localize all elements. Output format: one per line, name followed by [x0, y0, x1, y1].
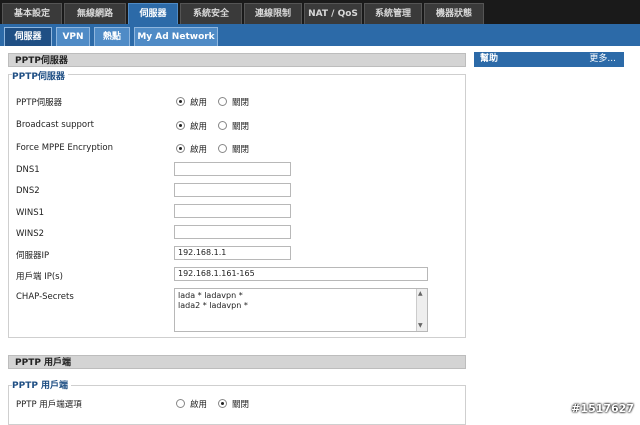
- force-mppe-label: Force MPPE Encryption: [16, 143, 113, 153]
- dns1-label: DNS1: [16, 165, 40, 175]
- pptp-server-disable-radio[interactable]: [218, 97, 227, 106]
- wins2-label: WINS2: [16, 229, 45, 239]
- dns2-input[interactable]: [174, 183, 291, 197]
- scroll-up-arrow-icon[interactable]: ▲: [418, 289, 423, 299]
- server-ip-label: 伺服器IP: [16, 251, 50, 261]
- broadcast-enable-radio[interactable]: [176, 121, 185, 130]
- broadcast-disable-label: 關閉: [232, 122, 250, 132]
- wins1-label: WINS1: [16, 208, 45, 218]
- pptp-client-disable-radio[interactable]: [218, 399, 227, 408]
- client-ip-input[interactable]: 192.168.1.161-165: [174, 267, 428, 281]
- chap-secrets-label: CHAP-Secrets: [16, 292, 74, 302]
- subtab-vpn[interactable]: VPN: [56, 27, 90, 46]
- tab-access-restrictions[interactable]: 連線限制: [244, 3, 302, 24]
- tab-wireless[interactable]: 無線網路: [64, 3, 126, 24]
- subtab-services[interactable]: 伺服器: [4, 27, 52, 46]
- chap-secret-line: lada * ladavpn *: [178, 291, 243, 300]
- chap-secret-line: lada2 * ladavpn *: [178, 301, 248, 310]
- watermark: #1517627: [571, 402, 634, 415]
- broadcast-disable-radio[interactable]: [218, 121, 227, 130]
- dns1-input[interactable]: [174, 162, 291, 176]
- help-more-link[interactable]: 更多...: [589, 52, 616, 67]
- mppe-disable-radio[interactable]: [218, 144, 227, 153]
- main-tab-bar: 基本設定 無線網路 伺服器 系統安全 連線限制 NAT / QoS 系統管理 機…: [0, 0, 640, 24]
- tab-administration[interactable]: 系統管理: [364, 3, 422, 24]
- section-header-pptp-server: PPTP伺服器: [8, 53, 466, 67]
- chap-secrets-textarea[interactable]: lada * ladavpn * lada2 * ladavpn * ▲ ▼: [174, 288, 428, 332]
- pptp-server-enable-radio[interactable]: [176, 97, 185, 106]
- pptp-server-enable-label: 啟用: [190, 98, 208, 108]
- pptp-server-disable-label: 關閉: [232, 98, 250, 108]
- client-ip-label: 用戶端 IP(s): [16, 272, 63, 282]
- main-content: PPTP伺服器 PPTP伺服器 PPTP伺服器 啟用 關閉 Broadcast …: [0, 46, 640, 425]
- tab-security[interactable]: 系統安全: [180, 3, 242, 24]
- sub-tab-bar: 伺服器 VPN 熱點 My Ad Network: [0, 24, 640, 46]
- pptp-server-label: PPTP伺服器: [16, 98, 63, 108]
- mppe-enable-label: 啟用: [190, 145, 208, 155]
- pptp-client-legend: PPTP 用戶端: [12, 378, 72, 391]
- wins2-input[interactable]: [174, 225, 291, 239]
- subtab-my-ad-network[interactable]: My Ad Network: [134, 27, 218, 46]
- wins1-input[interactable]: [174, 204, 291, 218]
- tab-basic-settings[interactable]: 基本設定: [2, 3, 62, 24]
- help-panel-header: 幫助 更多...: [474, 52, 624, 67]
- pptp-client-option-label: PPTP 用戶端選項: [16, 400, 82, 410]
- server-ip-input[interactable]: 192.168.1.1: [174, 246, 291, 260]
- tab-services[interactable]: 伺服器: [128, 3, 178, 24]
- pptp-client-enable-radio[interactable]: [176, 399, 185, 408]
- pptp-client-disable-label: 關閉: [232, 400, 250, 410]
- help-title: 幫助: [480, 54, 499, 64]
- subtab-hotspot[interactable]: 熱點: [94, 27, 130, 46]
- broadcast-enable-label: 啟用: [190, 122, 208, 132]
- section-header-pptp-client: PPTP 用戶端: [8, 355, 466, 369]
- dns2-label: DNS2: [16, 186, 40, 196]
- mppe-enable-radio[interactable]: [176, 144, 185, 153]
- textarea-scrollbar[interactable]: ▲ ▼: [416, 289, 427, 331]
- pptp-client-enable-label: 啟用: [190, 400, 208, 410]
- tab-nat-qos[interactable]: NAT / QoS: [304, 3, 362, 24]
- mppe-disable-label: 關閉: [232, 145, 250, 155]
- broadcast-support-label: Broadcast support: [16, 120, 94, 130]
- tab-status[interactable]: 機器狀態: [424, 3, 484, 24]
- pptp-server-legend: PPTP伺服器: [12, 69, 68, 82]
- scroll-down-arrow-icon[interactable]: ▼: [418, 321, 423, 331]
